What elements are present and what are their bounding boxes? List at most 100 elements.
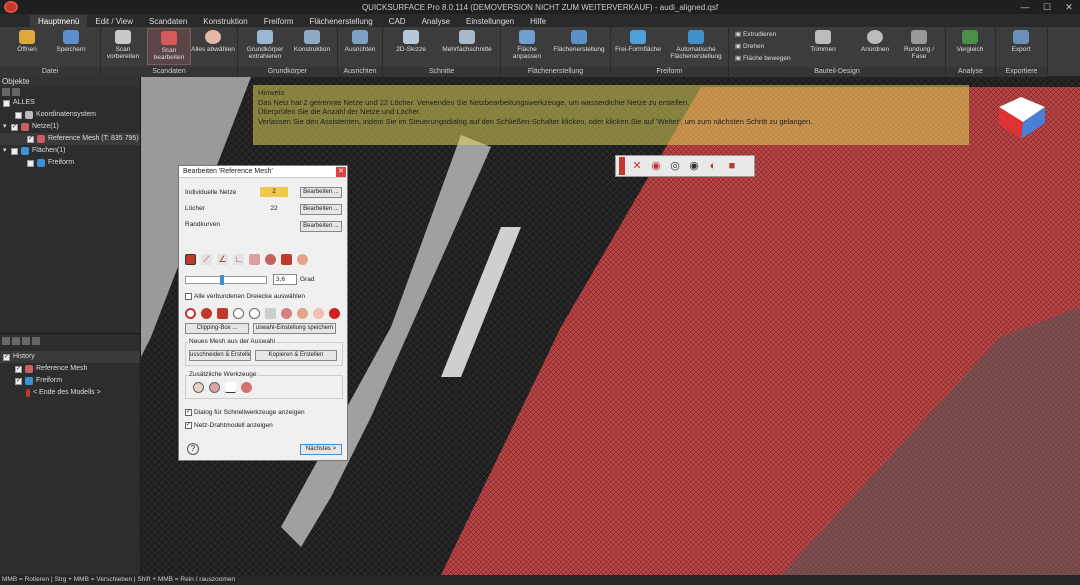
blob-select-icon[interactable] <box>297 254 308 265</box>
history-item-freeform[interactable]: ✓ Freiform <box>0 375 140 387</box>
auto-surface-button[interactable]: Automatische Flächenerstellung <box>665 28 727 65</box>
checkbox[interactable] <box>3 99 10 107</box>
extrude-button[interactable]: ▣ Extrudieren <box>735 30 776 39</box>
collapse-icon[interactable] <box>12 88 20 96</box>
rect-select-icon[interactable] <box>249 254 260 265</box>
drag-handle[interactable] <box>619 157 625 175</box>
fill-circle-icon[interactable] <box>209 382 220 393</box>
tab-scandaten[interactable]: Scandaten <box>141 15 195 27</box>
checkbox[interactable] <box>11 147 18 155</box>
sketch-2d-button[interactable]: 2D-Skizze <box>389 28 433 65</box>
edit-boundaries-button[interactable]: Bearbeiten ... <box>300 221 342 232</box>
tree-item-coordinate-system[interactable]: Koordinatensystem <box>0 109 140 121</box>
fit-surface-button[interactable]: Fläche anpassen <box>505 28 549 65</box>
brush-tool-icon[interactable] <box>185 254 196 265</box>
wireframe-row[interactable]: ✓ Netz-Drahtmodell anzeigen <box>185 421 273 431</box>
grow-selection-icon[interactable] <box>201 308 212 319</box>
close-icon[interactable]: ✕ <box>1058 0 1080 14</box>
deselect-all-button[interactable]: Alles abwählen <box>191 28 235 65</box>
lasso-tool-icon[interactable]: ⟋ <box>201 254 212 265</box>
edit-meshes-button[interactable]: Bearbeiten ... <box>300 187 342 198</box>
brush-select-icon[interactable]: ◉ <box>649 159 663 173</box>
app-menu-icon[interactable] <box>0 14 30 27</box>
freeform-surface-button[interactable]: Frei-Formfläche <box>613 28 663 65</box>
history-view-icon[interactable] <box>2 337 10 345</box>
expand-icon[interactable] <box>2 88 10 96</box>
next-button[interactable]: Nächstes > <box>300 444 342 455</box>
wave-icon[interactable] <box>225 382 236 393</box>
arrange-button[interactable]: Anordnen <box>853 28 897 65</box>
tab-hilfe[interactable]: Hilfe <box>522 15 554 27</box>
save-button[interactable]: Speichern <box>49 28 93 65</box>
compare-button[interactable]: Vergleich <box>948 28 992 65</box>
hide-icon[interactable] <box>233 308 244 319</box>
clipping-box-button[interactable]: Clipping-Box ... <box>185 323 249 334</box>
box-select-icon[interactable] <box>281 254 292 265</box>
tree-item-freeform[interactable]: Freiform <box>0 157 140 169</box>
history-up-icon[interactable] <box>12 337 20 345</box>
move-face-button[interactable]: ▣ Fläche bewegen <box>735 54 791 63</box>
tab-analyse[interactable]: Analyse <box>414 15 458 27</box>
flip-icon[interactable] <box>265 308 276 319</box>
tab-cad[interactable]: CAD <box>381 15 414 27</box>
scan-edit-button[interactable]: Scan bearbeiten <box>147 28 191 65</box>
slash-circle-icon[interactable] <box>193 382 204 393</box>
minimize-icon[interactable]: — <box>1014 0 1036 14</box>
checkbox[interactable]: ✓ <box>15 365 22 373</box>
angle-tool-icon[interactable]: ∟ <box>233 254 244 265</box>
checkbox[interactable]: ✓ <box>27 135 34 143</box>
sphere-select-icon[interactable] <box>265 254 276 265</box>
pen-tool-icon[interactable]: ∠ <box>217 254 228 265</box>
slider-handle[interactable] <box>220 275 224 285</box>
help-icon[interactable]: ? <box>187 443 199 455</box>
tree-item-meshes[interactable]: ▾ ✓ Netze(1) <box>0 121 140 133</box>
tab-freiform[interactable]: Freiform <box>256 15 302 27</box>
checkbox[interactable]: ✓ <box>3 353 10 361</box>
half-circle-icon[interactable]: ◐ <box>706 159 720 173</box>
quick-tools-dialog-row[interactable]: ✓ Dialog für Schnellwerkzeuge anzeigen <box>185 408 305 418</box>
close-icon[interactable]: ✕ <box>336 167 346 177</box>
cut-create-button[interactable]: usschneiden & Erstelle <box>189 350 251 361</box>
smooth-selection-icon[interactable] <box>297 308 308 319</box>
export-button[interactable]: Export <box>999 28 1043 65</box>
fillet-button[interactable]: Rundung / Fase <box>897 28 941 65</box>
checkbox[interactable] <box>27 159 34 167</box>
checkbox[interactable]: ✓ <box>185 408 192 416</box>
history-down-icon[interactable] <box>22 337 30 345</box>
multi-section-button[interactable]: Mehrfachschnitte <box>437 28 497 65</box>
tab-einstellungen[interactable]: Einstellungen <box>458 15 522 27</box>
angle-input[interactable]: 3,6 <box>273 274 297 285</box>
shrink-selection-icon[interactable] <box>217 308 228 319</box>
history-item-reference-mesh[interactable]: ✓ Reference Mesh <box>0 363 140 375</box>
eye-icon[interactable]: ◉ <box>687 159 701 173</box>
save-selection-button[interactable]: uswahl-Einstellung speichern <box>253 323 336 334</box>
brush-circle-icon[interactable] <box>241 382 252 393</box>
edit-holes-button[interactable]: Bearbeiten ... <box>300 204 342 215</box>
tab-edit-view[interactable]: Edit / View <box>87 15 141 27</box>
construction-button[interactable]: Konstruktion <box>290 28 334 65</box>
invert-selection-icon[interactable] <box>281 308 292 319</box>
tab-hauptmenue[interactable]: Hauptmenü <box>30 15 88 27</box>
tree-item-surfaces[interactable]: ▾ Flächen(1) <box>0 145 140 157</box>
align-button[interactable]: Ausrichten <box>338 28 382 65</box>
revolve-button[interactable]: ▣ Drehen <box>735 42 764 51</box>
history-item-end[interactable]: < Ende des Modells > <box>0 387 140 399</box>
trim-button[interactable]: Trimmen <box>801 28 845 65</box>
record-icon[interactable] <box>329 308 340 319</box>
extract-primitives-button[interactable]: Grundkörper extrahieren <box>240 28 290 65</box>
select-connected-row[interactable]: Alle verbundenen Dreiecke auswählen <box>185 292 305 302</box>
tab-flaechenerstellung[interactable]: Flächenerstellung <box>302 15 381 27</box>
chevron-down-icon[interactable]: ▾ <box>3 121 11 133</box>
feather-selection-icon[interactable] <box>313 308 324 319</box>
checkbox[interactable] <box>15 111 22 119</box>
scan-prepare-button[interactable]: Scan vorbereiten <box>101 28 145 65</box>
chevron-down-icon[interactable]: ▾ <box>3 145 11 157</box>
select-all-icon[interactable] <box>185 308 196 319</box>
checkbox[interactable] <box>185 292 192 300</box>
maximize-icon[interactable]: ☐ <box>1036 0 1058 14</box>
circle-select-icon[interactable]: ◎ <box>668 159 682 173</box>
tree-item-all[interactable]: ALLES <box>0 97 140 109</box>
checkbox[interactable]: ✓ <box>15 377 22 385</box>
tab-konstruktion[interactable]: Konstruktion <box>195 15 255 27</box>
history-root[interactable]: ✓ History <box>0 351 140 363</box>
